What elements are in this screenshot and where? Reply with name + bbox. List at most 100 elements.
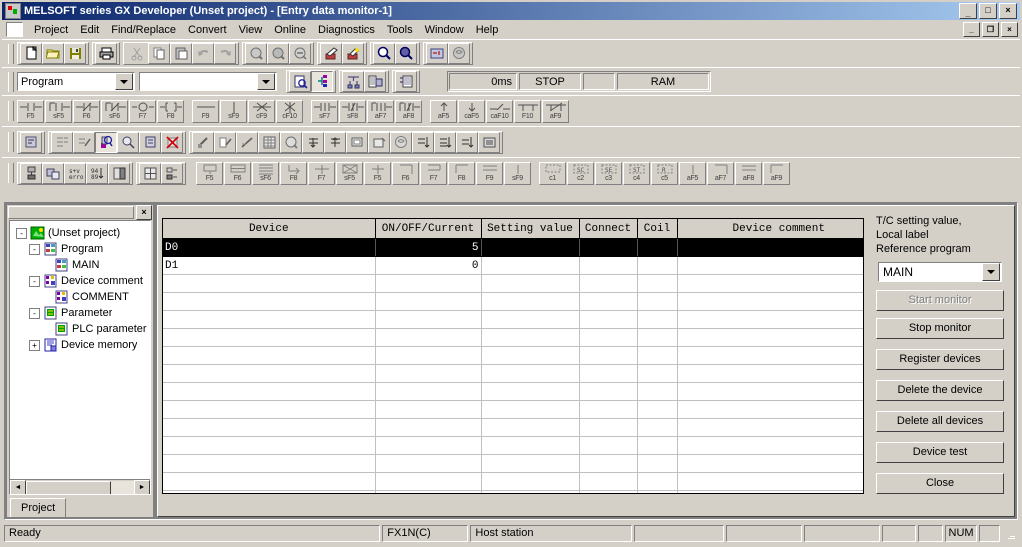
column-header-device-comment[interactable]: Device comment	[677, 219, 863, 239]
chevron-down-icon-3[interactable]	[982, 263, 1000, 281]
table-row-empty[interactable]	[163, 490, 863, 493]
mdi-document-icon[interactable]	[6, 22, 23, 37]
ladder-application-instruction-button[interactable]: F8	[157, 99, 184, 123]
toolbar-grip-5[interactable]	[8, 163, 14, 183]
ladder-convert-run-icon[interactable]	[73, 131, 95, 153]
monitor-glass-icon[interactable]	[95, 131, 117, 153]
copy-icon[interactable]	[148, 43, 170, 64]
tree-item-parameter[interactable]: - Parameter	[12, 305, 148, 321]
chevron-down-icon[interactable]	[115, 73, 133, 90]
memory-icon[interactable]	[478, 131, 500, 153]
mdi-close-button[interactable]: ×	[1001, 22, 1018, 37]
start-monitor-button[interactable]: Start monitor	[876, 290, 1004, 311]
monitor-cancel-icon[interactable]	[161, 131, 183, 153]
ladder-falling-pulse-branch-button[interactable]: aF9	[542, 99, 569, 123]
find-contact-icon[interactable]	[289, 43, 311, 64]
table-row-empty[interactable]	[163, 436, 863, 455]
table-row-empty[interactable]	[163, 274, 863, 293]
menu-item-edit[interactable]: Edit	[74, 22, 105, 38]
ladder-block-icon[interactable]	[426, 43, 448, 64]
find-device-icon[interactable]	[245, 43, 267, 64]
toolbar-grip-3[interactable]	[8, 101, 14, 121]
zoom-in-icon[interactable]	[373, 43, 395, 64]
menu-item-help[interactable]: Help	[470, 22, 505, 38]
scroll-thumb[interactable]	[26, 480, 112, 494]
ladder-pulse-rising-parallel-button[interactable]: aF7	[367, 99, 394, 123]
save-icon[interactable]	[64, 43, 86, 64]
ladder-invert-operation-button[interactable]: caF10	[486, 99, 513, 123]
column-header-coil[interactable]: Coil	[637, 219, 678, 239]
ladder-pulse-falling-button[interactable]: sF8	[339, 99, 366, 123]
device-test-icon[interactable]	[395, 71, 417, 92]
open-folder-icon[interactable]	[42, 43, 64, 64]
sfc-se-box-button[interactable]: SE c3	[595, 161, 622, 185]
ladder-operation-falling-button[interactable]: caF5	[458, 99, 485, 123]
sort-asc-icon[interactable]	[412, 131, 434, 153]
table-row[interactable]: D1 0	[163, 256, 863, 275]
expander-icon[interactable]: -	[29, 243, 40, 255]
ladder-coil-button[interactable]: F7	[129, 99, 156, 123]
menu-item-find-replace[interactable]: Find/Replace	[105, 22, 182, 38]
monitor-mode-icon[interactable]	[311, 71, 333, 92]
new-file-icon[interactable]	[20, 43, 42, 64]
program-mode-combo[interactable]: Program	[17, 72, 135, 91]
menu-item-online[interactable]: Online	[268, 22, 312, 38]
tree-item-program[interactable]: - Program	[12, 241, 148, 257]
tree-item-comment[interactable]: COMMENT	[12, 289, 148, 305]
project-tree-hscrollbar[interactable]: ◄ ►	[10, 479, 150, 494]
convert-icon[interactable]	[320, 43, 342, 64]
entry-data-monitor-icon[interactable]	[364, 71, 386, 92]
sfc-dashed-box-button[interactable]: c1	[539, 161, 566, 185]
panel-drag-handle[interactable]	[8, 206, 134, 219]
sfc-jump-button[interactable]: F8	[280, 161, 307, 185]
sfc-vertical-a-button[interactable]: aF5	[679, 161, 706, 185]
tree-item-device-memory[interactable]: + Device memory	[12, 337, 148, 353]
table-row-empty[interactable]	[163, 346, 863, 365]
help-circle-icon[interactable]	[390, 131, 412, 153]
expander-icon[interactable]: +	[29, 339, 40, 351]
undo-icon[interactable]	[192, 43, 214, 64]
column-header-onoff-current[interactable]: ON/OFF/Current	[375, 219, 482, 239]
sfc-paste-icon[interactable]	[42, 162, 64, 184]
sfc-transition-button[interactable]: F7	[308, 161, 335, 185]
block-list-icon[interactable]	[108, 162, 130, 184]
expander-icon[interactable]: -	[29, 275, 40, 287]
tab-project[interactable]: Project	[10, 498, 67, 517]
sfc-double-a-button[interactable]: aF8	[735, 161, 762, 185]
sfc-vertical-button[interactable]: F6	[392, 161, 419, 185]
sort-number-icon[interactable]: 94 89	[86, 162, 108, 184]
error-check-icon[interactable]: s+verror	[64, 162, 86, 184]
sfc-block-step-button[interactable]: F6	[224, 161, 251, 185]
cut-icon[interactable]	[126, 43, 148, 64]
draw-line-icon[interactable]	[236, 131, 258, 153]
ladder-rising-pulse-branch-button[interactable]: F10	[514, 99, 541, 123]
grid-icon[interactable]	[139, 162, 161, 184]
reference-program-combo[interactable]: MAIN	[878, 262, 1002, 282]
sfc-end-step-button[interactable]: F8	[448, 161, 475, 185]
sfc-st-box-button[interactable]: ST c4	[623, 161, 650, 185]
scroll-track-remainder[interactable]	[111, 480, 134, 494]
program-data-combo[interactable]	[139, 72, 277, 91]
ladder-pulse-falling-parallel-button[interactable]: aF8	[395, 99, 422, 123]
step-down-icon[interactable]	[324, 131, 346, 153]
device-search-icon[interactable]	[280, 131, 302, 153]
table-row-empty[interactable]	[163, 454, 863, 473]
step-up-icon[interactable]	[302, 131, 324, 153]
ladder-h-line-button[interactable]: F9	[192, 99, 219, 123]
convert-all-icon[interactable]	[342, 43, 364, 64]
ladder-v-line-button[interactable]: sF9	[220, 99, 247, 123]
program-check-icon[interactable]	[20, 131, 42, 153]
menu-item-diagnostics[interactable]: Diagnostics	[312, 22, 381, 38]
paste-icon[interactable]	[170, 43, 192, 64]
table-row-empty[interactable]	[163, 400, 863, 419]
cut-ladder-icon[interactable]	[192, 131, 214, 153]
table-row-empty[interactable]	[163, 364, 863, 383]
ladder-contact-nc-button[interactable]: F6	[73, 99, 100, 123]
sfc-end-a-button[interactable]: aF9	[763, 161, 790, 185]
device-test-button[interactable]: Device test	[876, 442, 1004, 463]
sort-desc-icon[interactable]	[456, 131, 478, 153]
chevron-down-icon-2[interactable]	[257, 73, 275, 90]
maximize-button[interactable]: □	[979, 3, 997, 19]
device-monitor-icon[interactable]	[139, 131, 161, 153]
menu-item-window[interactable]: Window	[419, 22, 470, 38]
